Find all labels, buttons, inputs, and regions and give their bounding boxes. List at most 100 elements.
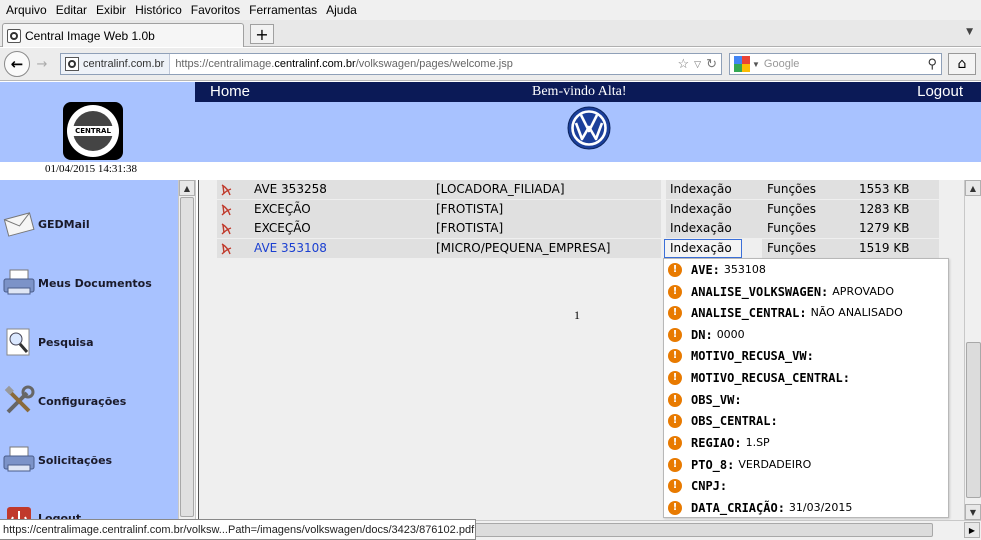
menu-arquivo[interactable]: Arquivo — [4, 3, 54, 17]
field-value: VERDADEIRO — [738, 458, 812, 471]
table-row[interactable]: AVE 353258 [LOCADORA_FILIADA] Indexação … — [217, 180, 939, 200]
warning-icon: ! — [668, 370, 682, 385]
url-bar-icons: ☆ ▽ ↻ — [678, 56, 717, 72]
sidebar-item-meus-documentos[interactable]: Meus Documentos — [0, 263, 178, 303]
sidebar-item-gedmail[interactable]: GEDMail — [0, 204, 178, 244]
scrollbar-thumb[interactable] — [473, 523, 933, 537]
browser-tab[interactable]: Central Image Web 1.0b — [2, 23, 244, 47]
search-magnifier-icon[interactable]: ⚲ — [927, 56, 937, 72]
field-key: PTO_8: — [691, 457, 735, 472]
bookmark-star-icon[interactable]: ☆ — [678, 56, 690, 72]
pdf-icon[interactable] — [219, 183, 233, 197]
tab-title: Central Image Web 1.0b — [25, 28, 155, 43]
document-name[interactable]: EXCEÇÃO — [254, 221, 311, 235]
url-text[interactable]: https://centralimage.centralinf.com.br/v… — [170, 58, 513, 70]
dropdown-arrow-icon[interactable]: ▽ — [694, 56, 701, 72]
forward-button[interactable]: → — [32, 55, 52, 73]
field-key: DATA_CRIAÇÃO: — [691, 500, 785, 515]
field-value: 1.SP — [745, 436, 770, 449]
search-engine-arrow-icon[interactable]: ▼ — [752, 60, 760, 69]
indexacao-link[interactable]: Indexação — [670, 182, 732, 196]
field-value: 353108 — [723, 263, 766, 276]
warning-icon: ! — [668, 392, 682, 407]
funcoes-link[interactable]: Funções — [767, 221, 816, 235]
funcoes-link[interactable]: Funções — [767, 202, 816, 216]
google-icon[interactable] — [734, 56, 750, 72]
field-key: OBS_CENTRAL: — [691, 413, 778, 428]
index-field: ! ANALISE_VOLKSWAGEN: APROVADO — [664, 281, 950, 302]
search-bar[interactable]: ▼ Google ⚲ — [729, 53, 942, 75]
menu-editar[interactable]: Editar — [54, 3, 94, 17]
pdf-icon[interactable] — [219, 242, 233, 256]
scrollbar-thumb[interactable] — [180, 197, 194, 517]
sidebar-item-label: Configurações — [38, 394, 127, 408]
menu-favoritos[interactable]: Favoritos — [189, 3, 247, 17]
scroll-right-arrow-icon[interactable]: ▶ — [964, 522, 980, 538]
document-size: 1553 KB — [859, 182, 910, 196]
indexacao-link[interactable]: Indexação — [670, 241, 732, 255]
indexacao-link[interactable]: Indexação — [670, 221, 732, 235]
home-link[interactable]: Home — [210, 83, 250, 100]
index-field: ! ANALISE_CENTRAL: NÃO ANALISADO — [664, 302, 950, 323]
menu-exibir[interactable]: Exibir — [94, 3, 133, 17]
document-name[interactable]: EXCEÇÃO — [254, 202, 311, 216]
document-size: 1519 KB — [859, 241, 910, 255]
field-key: AVE: — [691, 262, 720, 277]
field-key: REGIAO: — [691, 435, 742, 450]
main-vertical-scrollbar[interactable]: ▲ ▼ — [964, 180, 981, 520]
table-row[interactable]: EXCEÇÃO [FROTISTA] Indexação Funções 128… — [217, 200, 939, 220]
document-category: [FROTISTA] — [436, 221, 504, 235]
sidebar-item-solicitacoes[interactable]: Solicitações — [0, 440, 178, 480]
field-key: ANALISE_VOLKSWAGEN: — [691, 284, 829, 299]
document-size: 1283 KB — [859, 202, 910, 216]
back-button[interactable]: ← — [4, 51, 30, 77]
sidebar-scrollbar[interactable]: ▲ — [178, 180, 196, 520]
index-field: ! DATA_CRIAÇÃO: 31/03/2015 — [664, 497, 950, 518]
index-field: ! MOTIVO_RECUSA_VW: — [664, 345, 950, 366]
index-field: ! OBS_VW: — [664, 389, 950, 410]
sidebar-item-label: Meus Documentos — [38, 276, 152, 290]
home-icon[interactable]: ⌂ — [948, 53, 976, 75]
scroll-down-arrow-icon[interactable]: ▼ — [965, 504, 981, 520]
field-key: OBS_VW: — [691, 392, 742, 407]
sidebar: GEDMail Meus Documentos Pesquisa Configu… — [0, 180, 178, 531]
funcoes-link[interactable]: Funções — [767, 182, 816, 196]
site-identity-button[interactable]: centralinf.com.br — [61, 54, 171, 74]
logout-link[interactable]: Logout — [917, 83, 963, 100]
funcoes-link[interactable]: Funções — [767, 241, 816, 255]
pagination-page-number[interactable]: 1 — [574, 308, 580, 323]
indexacao-link[interactable]: Indexação — [670, 202, 732, 216]
url-path: /volkswagen/pages/welcome.jsp — [355, 58, 513, 70]
scrollbar-thumb[interactable] — [966, 342, 981, 498]
tab-bar: Central Image Web 1.0b + ▼ — [0, 20, 981, 47]
sidebar-item-configuracoes[interactable]: Configurações — [0, 381, 178, 421]
document-name[interactable]: AVE 353258 — [254, 182, 327, 196]
envelope-icon — [2, 207, 36, 241]
url-bar[interactable]: centralinf.com.br https://centralimage.c… — [60, 53, 722, 75]
scroll-up-arrow-icon[interactable]: ▲ — [965, 180, 981, 196]
new-tab-button[interactable]: + — [250, 24, 274, 44]
field-key: CNPJ: — [691, 478, 728, 493]
pdf-icon[interactable] — [219, 203, 233, 217]
printer-icon — [2, 443, 36, 477]
menu-historico[interactable]: Histórico — [133, 3, 189, 17]
document-name-link[interactable]: AVE 353108 — [254, 241, 327, 255]
menu-ferramentas[interactable]: Ferramentas — [247, 3, 324, 17]
index-field: ! DN: 0000 — [664, 324, 950, 345]
index-details-popup: ! AVE: 353108 ! ANALISE_VOLKSWAGEN: APROVADO… — [663, 258, 949, 518]
pdf-icon[interactable] — [219, 222, 233, 236]
field-value: 31/03/2015 — [788, 501, 853, 514]
warning-icon: ! — [668, 262, 682, 277]
warning-icon: ! — [668, 284, 682, 299]
table-row[interactable]: EXCEÇÃO [FROTISTA] Indexação Funções 127… — [217, 219, 939, 239]
table-row-selected[interactable]: AVE 353108 [MICRO/PEQUENA_EMPRESA] Index… — [217, 239, 939, 259]
menu-ajuda[interactable]: Ajuda — [324, 3, 364, 17]
sidebar-item-label: Pesquisa — [38, 335, 94, 349]
field-key: MOTIVO_RECUSA_CENTRAL: — [691, 370, 850, 385]
sidebar-item-pesquisa[interactable]: Pesquisa — [0, 322, 178, 362]
scroll-up-arrow-icon[interactable]: ▲ — [179, 180, 195, 196]
tab-list-arrow-icon[interactable]: ▼ — [966, 27, 973, 37]
reload-icon[interactable]: ↻ — [706, 56, 717, 72]
sidebar-item-label: GEDMail — [38, 217, 90, 231]
warning-icon: ! — [668, 305, 682, 320]
